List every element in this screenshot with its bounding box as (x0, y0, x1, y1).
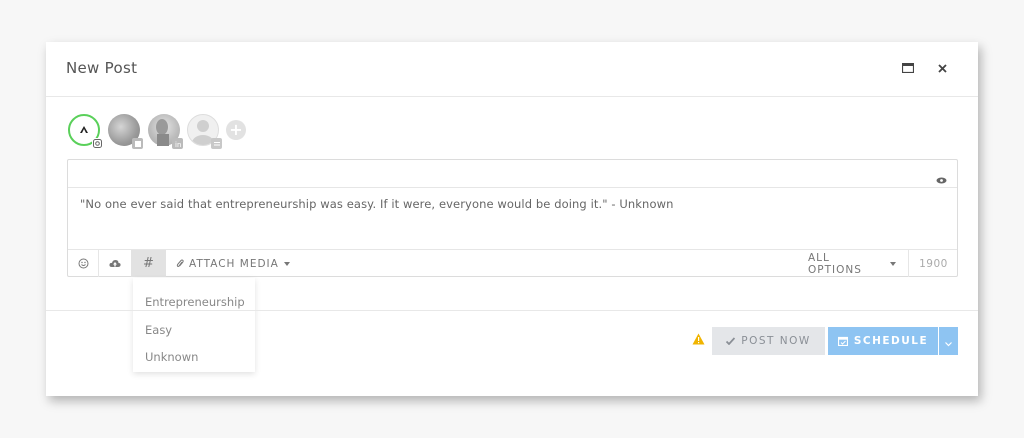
schedule-button[interactable]: SCHEDULE (828, 327, 938, 355)
post-editor: "No one ever said that entrepreneurship … (67, 159, 958, 277)
account-avatar-3[interactable]: in (148, 114, 183, 149)
close-icon[interactable] (935, 61, 949, 75)
post-text[interactable]: "No one ever said that entrepreneurship … (80, 197, 673, 211)
post-now-label: POST NOW (741, 335, 811, 347)
schedule-options-button[interactable] (939, 327, 958, 355)
hashtag-suggestions-menu: Entrepreneurship Easy Unknown (133, 278, 255, 372)
schedule-label: SCHEDULE (853, 335, 929, 347)
post-now-button[interactable]: POST NOW (712, 327, 825, 355)
all-options-label: ALL OPTIONS (808, 251, 862, 276)
attach-media-label: ATTACH MEDIA (189, 257, 279, 270)
twitter-icon (132, 138, 143, 149)
linkedin-icon: in (172, 138, 183, 149)
footer-divider (46, 310, 978, 311)
other-network-icon (211, 138, 222, 149)
hashtag-button[interactable]: # (131, 250, 166, 277)
character-counter: 1900 (908, 250, 958, 277)
chevron-down-icon (283, 261, 290, 266)
smiley-icon[interactable] (68, 250, 99, 277)
eye-icon[interactable] (936, 169, 947, 188)
calendar-icon (837, 336, 848, 346)
attach-media-button[interactable]: ATTACH MEDIA (176, 250, 316, 277)
hashtag-suggestion[interactable]: Unknown (145, 350, 198, 364)
new-post-modal: New Post in + "No one ever said that ent… (46, 42, 978, 396)
account-avatar-2[interactable] (108, 114, 143, 149)
check-icon (726, 337, 736, 345)
svg-text:in: in (175, 141, 181, 148)
editor-top-bar (68, 160, 957, 188)
add-account-icon[interactable]: + (226, 120, 246, 140)
window-maximize-icon[interactable] (901, 61, 915, 75)
modal-title: New Post (66, 59, 138, 77)
all-options-button[interactable]: ALL OPTIONS (808, 250, 908, 277)
instagram-icon (92, 138, 103, 149)
account-avatar-1[interactable] (68, 114, 103, 149)
warning-icon (692, 330, 705, 349)
chevron-down-icon (890, 261, 896, 266)
hashtag-suggestion[interactable]: Entrepreneurship (145, 295, 245, 309)
editor-toolbar: # ATTACH MEDIA ALL OPTIONS 1900 (68, 249, 957, 277)
cloud-upload-icon[interactable] (98, 250, 132, 277)
modal-header: New Post (46, 42, 978, 97)
chevron-down-icon (945, 332, 952, 351)
account-selector: in + (68, 114, 368, 154)
hashtag-suggestion[interactable]: Easy (145, 323, 172, 337)
paperclip-icon (176, 259, 184, 269)
